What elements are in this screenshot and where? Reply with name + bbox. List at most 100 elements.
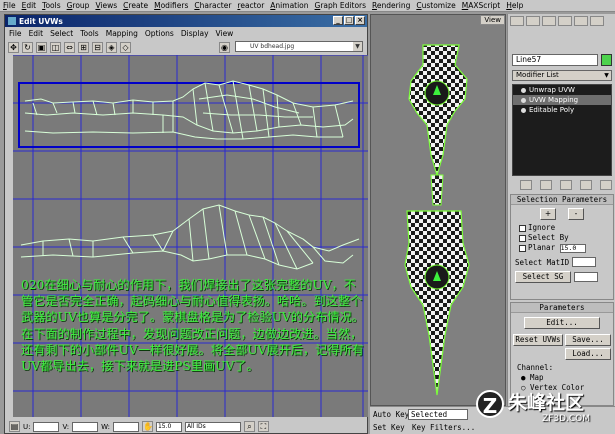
edit-uvws-window: Edit UVWs _ □ × File Edit Select Tools Mappi… bbox=[4, 14, 368, 434]
menu-item-file[interactable]: File bbox=[3, 1, 16, 10]
pan-icon[interactable]: ✋ bbox=[141, 421, 153, 432]
maximize-button[interactable]: □ bbox=[344, 16, 354, 25]
watermark-url: ZF3D.COM bbox=[542, 414, 590, 424]
motion-tab-icon[interactable] bbox=[558, 16, 572, 26]
save-button[interactable]: Save... bbox=[565, 334, 611, 346]
menu-item-customize[interactable]: Customize bbox=[416, 1, 455, 10]
command-panel: Line57 Modifier List ▼ Unwrap UVW UVW Map… bbox=[507, 14, 615, 406]
zoom-icon[interactable]: ⌕ bbox=[243, 421, 255, 432]
menu-item-modifiers[interactable]: Modifiers bbox=[154, 1, 188, 10]
ignore-checkbox-row[interactable]: Ignore bbox=[519, 223, 613, 233]
menu-item-animation[interactable]: Animation bbox=[270, 1, 308, 10]
close-button[interactable]: × bbox=[355, 16, 365, 25]
uvw-menu-mapping[interactable]: Mapping bbox=[106, 29, 138, 38]
sg-field[interactable] bbox=[574, 272, 598, 282]
parameters-header[interactable]: Parameters bbox=[511, 303, 613, 313]
uvw-status-row: ▤ U: V: W: ✋ 15.0 All IDs ⌕ ⛶ bbox=[5, 419, 367, 434]
load-button[interactable]: Load... bbox=[565, 348, 611, 360]
uvw-menu-edit[interactable]: Edit bbox=[29, 29, 44, 38]
mirror-tool-icon[interactable]: ⇔ bbox=[64, 41, 75, 53]
lock-icon[interactable]: ▤ bbox=[9, 421, 20, 432]
menu-item-reactor[interactable]: reactor bbox=[237, 1, 264, 10]
make-unique-icon[interactable] bbox=[560, 180, 572, 190]
zoom-field[interactable]: 15.0 bbox=[155, 421, 182, 432]
uvw-menu-tools[interactable]: Tools bbox=[80, 29, 98, 38]
grow-selection-button[interactable]: + bbox=[540, 208, 556, 220]
configure-sets-icon[interactable] bbox=[600, 180, 612, 190]
minimize-button[interactable]: _ bbox=[333, 16, 343, 25]
bulb-icon[interactable] bbox=[521, 87, 526, 93]
uvw-menu-view[interactable]: View bbox=[216, 29, 234, 38]
stack-item[interactable]: Unwrap UVW bbox=[513, 85, 611, 95]
pin-stack-icon[interactable] bbox=[520, 180, 532, 190]
utilities-tab-icon[interactable] bbox=[590, 16, 604, 26]
hierarchy-tab-icon[interactable] bbox=[542, 16, 556, 26]
display-tab-icon[interactable] bbox=[574, 16, 588, 26]
select-by-checkbox[interactable] bbox=[519, 234, 526, 242]
menu-item-maxscript[interactable]: MAXScript bbox=[462, 1, 501, 10]
menu-item-views[interactable]: Views bbox=[95, 1, 117, 10]
show-end-result-icon[interactable] bbox=[540, 180, 552, 190]
channel-label: Channel: bbox=[517, 363, 554, 372]
v-field[interactable] bbox=[72, 421, 99, 432]
zoom-extents-icon[interactable]: ⛶ bbox=[257, 421, 269, 432]
stack-item[interactable]: Editable Poly bbox=[513, 105, 611, 115]
modifier-list-dropdown[interactable]: Modifier List ▼ bbox=[512, 70, 612, 81]
id-select[interactable]: All IDs bbox=[184, 421, 241, 432]
selection-parameters-header[interactable]: Selection Parameters bbox=[511, 195, 613, 205]
texture-map-dropdown[interactable]: UV bdhead.jpg ▼ bbox=[235, 41, 363, 52]
menu-item-character[interactable]: Character bbox=[194, 1, 231, 10]
select-by-row[interactable]: Select By bbox=[519, 233, 613, 243]
uvw-menu-display[interactable]: Display bbox=[181, 29, 209, 38]
remove-modifier-icon[interactable] bbox=[580, 180, 592, 190]
menu-item-graph-editors[interactable]: Graph Editors bbox=[315, 1, 367, 10]
shrink-tool-icon[interactable]: ⊟ bbox=[92, 41, 103, 53]
set-key-button[interactable]: Set Key bbox=[373, 423, 405, 432]
key-filters-button[interactable]: Key Filters... bbox=[412, 423, 475, 432]
perspective-viewport[interactable]: View bbox=[370, 14, 506, 406]
stack-item-label: UVW Mapping bbox=[529, 96, 579, 104]
matid-field[interactable] bbox=[572, 257, 597, 267]
shrink-selection-button[interactable]: - bbox=[568, 208, 584, 220]
ignore-checkbox[interactable] bbox=[519, 224, 526, 232]
menu-item-create[interactable]: Create bbox=[123, 1, 148, 10]
uvw-menu-select[interactable]: Select bbox=[50, 29, 73, 38]
planar-checkbox[interactable] bbox=[519, 244, 526, 252]
object-color-swatch[interactable] bbox=[601, 54, 612, 66]
menu-item-rendering[interactable]: Rendering bbox=[372, 1, 410, 10]
select-sg-button[interactable]: Select SG bbox=[515, 271, 571, 283]
uvw-menu-file[interactable]: File bbox=[9, 29, 22, 38]
uvw-menu-options[interactable]: Options bbox=[145, 29, 174, 38]
menu-item-tools[interactable]: Tools bbox=[42, 1, 60, 10]
panel-tabs bbox=[508, 14, 615, 28]
uv-channel-icon[interactable]: ◉ bbox=[219, 42, 230, 53]
uvw-titlebar[interactable]: Edit UVWs _ □ × bbox=[5, 15, 367, 27]
stack-item[interactable]: UVW Mapping bbox=[513, 95, 611, 105]
auto-key-button[interactable]: Auto Key bbox=[373, 410, 409, 419]
menu-item-edit[interactable]: Edit bbox=[22, 1, 37, 10]
scale-tool-icon[interactable]: ▣ bbox=[36, 41, 47, 53]
watermark-logo: Z bbox=[476, 390, 504, 418]
modify-tab-icon[interactable] bbox=[526, 16, 540, 26]
selected-dropdown[interactable]: Selected bbox=[408, 409, 468, 420]
planar-row[interactable]: Planar 15.0 bbox=[519, 243, 613, 253]
freeform-tool-icon[interactable]: ◫ bbox=[50, 41, 61, 53]
rotate-tool-icon[interactable]: ↻ bbox=[22, 41, 33, 53]
viewport-label[interactable]: View bbox=[480, 15, 505, 25]
move-tool-icon[interactable]: ✥ bbox=[8, 41, 19, 53]
planar-angle-field[interactable]: 15.0 bbox=[559, 244, 586, 253]
expand-tool-icon[interactable]: ⊞ bbox=[78, 41, 89, 53]
bulb-icon[interactable] bbox=[521, 97, 526, 103]
create-tab-icon[interactable] bbox=[510, 16, 524, 26]
map-radio-row[interactable]: ● Map bbox=[517, 373, 613, 383]
w-field[interactable] bbox=[112, 421, 139, 432]
weld-tool-icon[interactable]: ◈ bbox=[106, 41, 117, 53]
reset-uvws-button[interactable]: Reset UVWs bbox=[513, 334, 563, 346]
menu-item-group[interactable]: Group bbox=[67, 1, 90, 10]
bulb-icon[interactable] bbox=[521, 107, 526, 113]
menu-item-help[interactable]: Help bbox=[506, 1, 523, 10]
edit-button[interactable]: Edit... bbox=[524, 317, 600, 329]
object-name-field[interactable]: Line57 bbox=[512, 54, 598, 66]
break-tool-icon[interactable]: ◇ bbox=[120, 41, 131, 53]
u-field[interactable] bbox=[33, 421, 60, 432]
